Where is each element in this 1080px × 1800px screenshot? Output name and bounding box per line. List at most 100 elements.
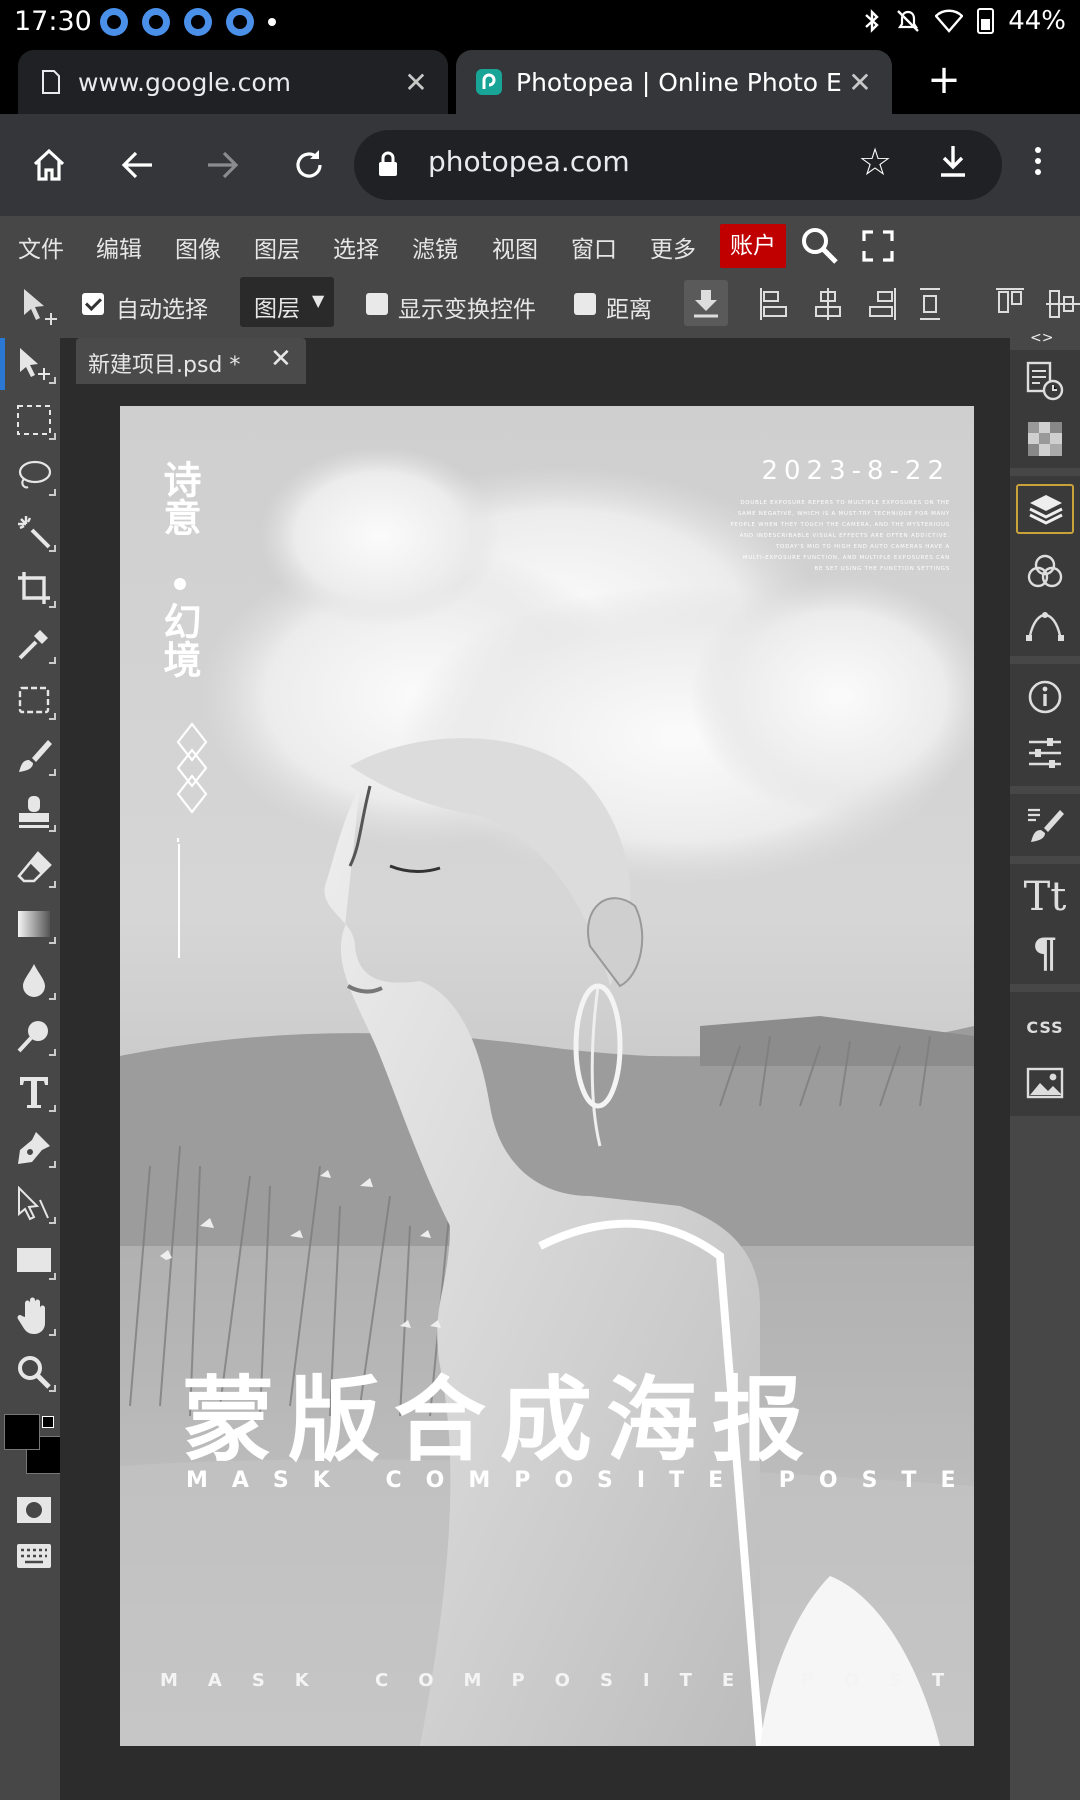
layer-group-select[interactable]: 图层 ▼ [240, 277, 334, 327]
menu-file[interactable]: 文件 [18, 230, 64, 264]
menu-window[interactable]: 窗口 [571, 230, 617, 264]
new-tab-button[interactable]: + [920, 56, 968, 104]
brush-tool-icon[interactable] [12, 734, 56, 778]
show-transform-label: 显示变换控件 [398, 297, 536, 323]
show-transform-checkbox[interactable] [366, 293, 388, 315]
wifi-icon [935, 9, 964, 33]
menu-filter[interactable]: 滤镜 [412, 230, 458, 264]
tab-strip: www.google.com ✕ Photopea | Online Photo… [0, 46, 1080, 114]
image-icon[interactable] [1020, 1058, 1070, 1108]
zoom-tool-icon[interactable] [12, 1350, 56, 1394]
close-tab-icon[interactable]: ✕ [398, 66, 434, 99]
notification-icon [142, 8, 170, 36]
distance-label: 距离 [606, 297, 652, 323]
move-tool-icon[interactable] [12, 342, 56, 386]
collapse-panels-toggle[interactable]: <> [1030, 330, 1053, 346]
auto-select-checkbox[interactable] [82, 293, 104, 315]
eraser-tool-icon[interactable] [12, 846, 56, 890]
home-icon[interactable] [22, 138, 76, 192]
photopea-logo-icon [476, 69, 502, 95]
object-select-tool-icon[interactable] [12, 678, 56, 722]
blur-tool-icon[interactable] [12, 958, 56, 1002]
poster-subtitle: MASK COMPOSITE POSTER [186, 1468, 974, 1493]
direct-select-tool-icon[interactable] [12, 1182, 56, 1226]
download-icon [694, 290, 718, 318]
poster-vertical-title-1: 诗意 [157, 460, 202, 536]
align-center-icon[interactable] [812, 286, 844, 322]
dodge-tool-icon[interactable] [12, 1014, 56, 1058]
browser-menu-icon[interactable] [1028, 144, 1048, 184]
stamp-tool-icon[interactable] [12, 790, 56, 834]
notification-icon [226, 8, 254, 36]
tab-google[interactable]: www.google.com ✕ [18, 50, 448, 114]
color-swatches[interactable] [4, 1414, 64, 1476]
distance-checkbox[interactable] [574, 293, 596, 315]
menu-image[interactable]: 图像 [175, 230, 221, 264]
align-middle-icon[interactable] [1044, 286, 1080, 322]
poster-vertical-title-2: 幻境 [157, 602, 202, 678]
eyedropper-tool-icon[interactable] [12, 622, 56, 666]
document-canvas[interactable]: 诗意 幻境 2023-8-22 DOUBLE EXPOSURE REFERS T… [120, 406, 974, 1746]
type-tool-icon[interactable] [12, 1070, 56, 1114]
tab-title: www.google.com [78, 67, 291, 97]
paragraph-icon[interactable]: ¶ [1020, 928, 1070, 978]
default-colors-icon[interactable] [42, 1416, 54, 1428]
tab-photopea[interactable]: Photopea | Online Photo Edit ✕ [456, 50, 892, 114]
close-document-icon[interactable]: ✕ [270, 344, 292, 374]
fullscreen-icon[interactable] [862, 230, 894, 262]
poster-artwork [120, 446, 974, 1746]
marquee-tool-icon[interactable] [12, 398, 56, 442]
account-button[interactable]: 账户 [720, 224, 786, 268]
paths-icon[interactable] [1020, 602, 1070, 652]
crop-tool-icon[interactable] [12, 566, 56, 610]
notification-icon [184, 8, 212, 36]
menu-view[interactable]: 视图 [492, 230, 538, 264]
blurb-line: DOUBLE EXPOSURE REFERS TO MULTIPLE EXPOS… [740, 500, 950, 506]
browser-toolbar: photopea.com ☆ [0, 114, 1080, 216]
reload-icon[interactable] [282, 138, 336, 192]
brush-settings-icon[interactable] [1020, 800, 1070, 850]
search-icon[interactable] [800, 226, 840, 266]
menu-edit[interactable]: 编辑 [96, 230, 142, 264]
adjustments-icon[interactable] [1020, 728, 1070, 778]
magic-wand-tool-icon[interactable] [12, 510, 56, 554]
rectangle-tool-icon[interactable] [12, 1238, 56, 1282]
document-tab[interactable]: 新建项目.psd * ✕ [76, 338, 306, 384]
gradient-tool-icon[interactable] [12, 902, 56, 946]
blurb-line: AND INDESCRIBABLE VISUAL EFFECTS ARE OFT… [739, 533, 950, 539]
poster-footer: MASK COMPOSITE POSTER [160, 1670, 974, 1691]
character-icon[interactable]: Tt [1020, 872, 1070, 922]
layers-icon[interactable] [1016, 484, 1074, 534]
distribute-icon[interactable] [918, 286, 942, 322]
battery-icon [977, 8, 995, 34]
bookmark-star-icon[interactable]: ☆ [858, 140, 892, 184]
menu-select[interactable]: 选择 [333, 230, 379, 264]
hand-tool-icon[interactable] [12, 1294, 56, 1338]
blurb-line: TODAY'S MID TO HIGH END AUTO CAMERAS HAV… [775, 544, 950, 550]
menu-more[interactable]: 更多 [650, 230, 696, 264]
keyboard-icon[interactable] [12, 1534, 56, 1578]
download-icon[interactable] [938, 144, 968, 178]
page-icon [38, 69, 64, 95]
address-bar[interactable]: photopea.com ☆ [354, 130, 1002, 200]
forward-icon[interactable] [196, 138, 250, 192]
history-icon[interactable] [1020, 356, 1070, 406]
back-icon[interactable] [110, 138, 164, 192]
pen-tool-icon[interactable] [12, 1126, 56, 1170]
align-left-icon[interactable] [758, 286, 790, 322]
foreground-color-swatch[interactable] [4, 1414, 40, 1450]
info-icon[interactable] [1020, 672, 1070, 722]
active-tool-indicator [0, 338, 5, 390]
download-layer-button[interactable] [684, 280, 728, 326]
auto-select-label: 自动选择 [116, 297, 208, 323]
channels-icon[interactable] [1020, 546, 1070, 596]
align-top-icon[interactable] [994, 286, 1026, 322]
close-tab-icon[interactable]: ✕ [842, 66, 878, 99]
tool-options-bar: 自动选择 图层 ▼ 显示变换控件 距离 [0, 276, 1080, 338]
menu-layer[interactable]: 图层 [254, 230, 300, 264]
swatches-icon[interactable] [1020, 414, 1070, 464]
css-icon[interactable]: CSS [1020, 1002, 1070, 1052]
lasso-tool-icon[interactable] [12, 454, 56, 498]
quick-mask-icon[interactable] [12, 1488, 56, 1532]
align-right-icon[interactable] [866, 286, 898, 322]
